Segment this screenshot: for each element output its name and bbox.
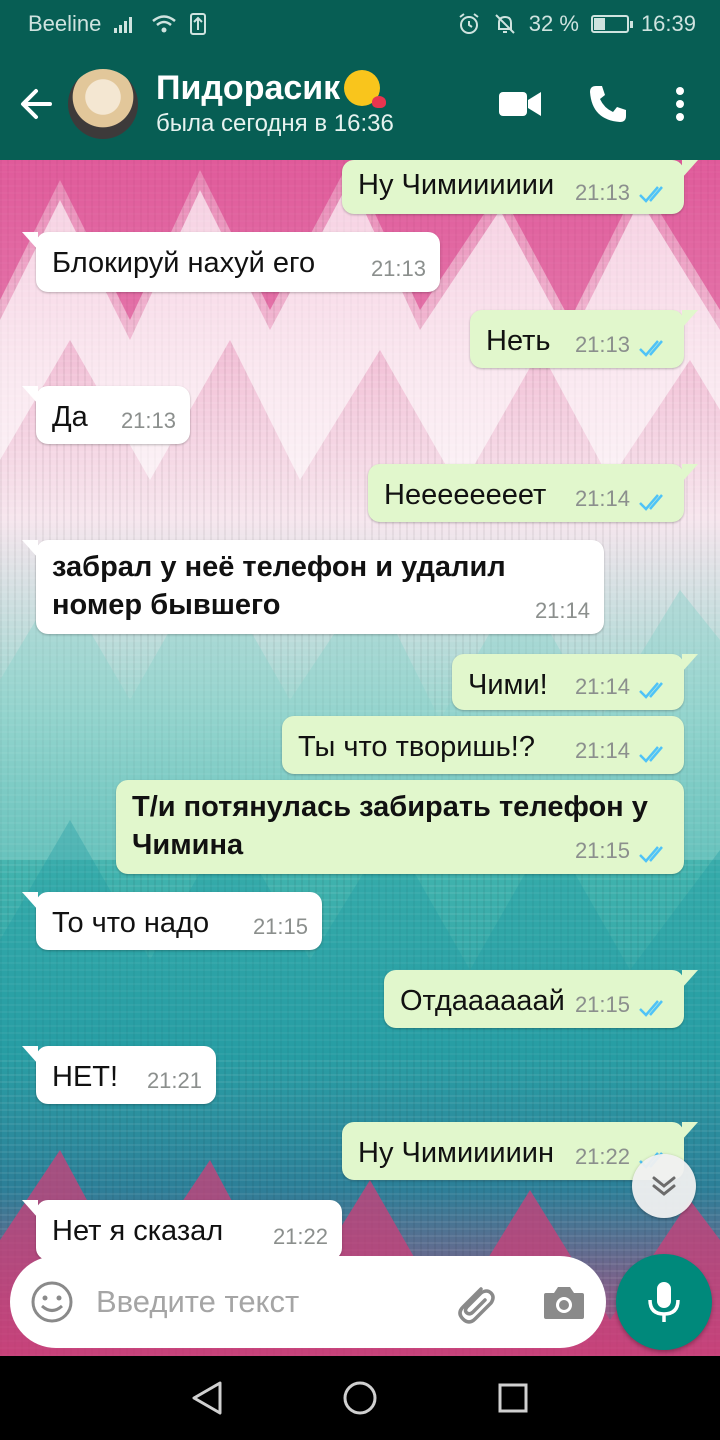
message-time: 21:14 [534, 598, 590, 623]
message-incoming[interactable]: НЕТ! 21:21 [22, 1046, 216, 1104]
message-time: 21:13 [574, 180, 630, 205]
avatar[interactable] [68, 69, 138, 139]
message-time: 21:22 [574, 1144, 630, 1169]
double-chevron-down-icon [652, 1176, 676, 1196]
message-time: 21:14 [574, 674, 630, 699]
message-outgoing[interactable]: Чими! 21:14 [452, 654, 698, 710]
message-time: 21:14 [574, 486, 630, 511]
message-text: НЕТ! [52, 1061, 119, 1093]
battery-percent: 32 % [528, 11, 579, 36]
read-ticks-icon [639, 340, 663, 357]
contact-info[interactable]: Пидорасик была сегодня в 16:36 [156, 68, 394, 140]
back-arrow-icon [21, 89, 52, 119]
wifi-icon [152, 15, 177, 33]
nav-recents-button[interactable] [483, 1368, 543, 1428]
phone-icon[interactable] [588, 84, 628, 124]
nav-home-button[interactable] [330, 1368, 390, 1428]
read-ticks-icon [639, 682, 663, 699]
smiley-icon [31, 1281, 73, 1323]
message-text: Ну Чимииииии [358, 169, 555, 201]
message-incoming[interactable]: забрал у неё телефон и удалил номер бывш… [22, 540, 604, 634]
message-input[interactable] [96, 1272, 436, 1332]
chat-area[interactable]: Ну Чимииииии 21:13 Блокируй нахуй его 21… [0, 160, 720, 1356]
message-time: 21:13 [120, 408, 176, 433]
read-ticks-icon [639, 186, 663, 203]
message-time: 21:21 [146, 1068, 202, 1093]
carrier-label: Beeline [28, 11, 102, 36]
signal-icon [114, 17, 133, 33]
emoji-button[interactable] [10, 1256, 94, 1348]
alarm-icon [459, 13, 479, 34]
mute-icon [495, 14, 515, 34]
message-text: Чими! [468, 669, 548, 701]
message-incoming[interactable]: Нет я сказал 21:22 [22, 1200, 342, 1260]
square-recents-icon [498, 1383, 528, 1413]
message-outgoing[interactable]: Неть 21:13 [470, 310, 698, 368]
message-incoming[interactable]: То что надо 21:15 [22, 892, 322, 950]
message-incoming[interactable]: Блокируй нахуй его 21:13 [22, 232, 440, 292]
scroll-to-bottom-button[interactable] [632, 1154, 696, 1218]
message-text: Ты что творишь!? [298, 731, 535, 763]
voice-message-button[interactable] [616, 1254, 712, 1350]
message-outgoing[interactable]: Отдаааааай 21:15 [384, 970, 698, 1028]
message-text: То что надо [52, 907, 210, 939]
read-ticks-icon [639, 494, 663, 511]
message-time: 21:13 [574, 332, 630, 357]
message-incoming[interactable]: Да 21:13 [22, 386, 190, 444]
data-transfer-icon [190, 13, 207, 35]
message-text: Неть [486, 325, 551, 357]
message-time: 21:15 [252, 914, 308, 939]
back-button[interactable] [4, 48, 68, 160]
status-bar: Beeline 32 % 16:39 [0, 0, 720, 48]
read-ticks-icon [639, 1000, 663, 1017]
chat-header: Пидорасик была сегодня в 16:36 [0, 48, 720, 160]
message-outgoing[interactable]: Ты что творишь!? 21:14 [282, 716, 684, 774]
message-outgoing[interactable]: Неееееееет 21:14 [368, 464, 698, 522]
camera-button[interactable] [536, 1276, 592, 1328]
battery-icon [590, 15, 633, 33]
message-text: Да [52, 401, 88, 433]
kiss-emoji-icon [344, 70, 387, 108]
nav-back-button[interactable] [177, 1368, 237, 1428]
message-outgoing[interactable]: Ну Чимииииин 21:22 [342, 1122, 698, 1180]
message-text: Нет я сказал [52, 1215, 224, 1247]
message-outgoing[interactable]: Т/и потянулась забирать телефон у Чимина… [116, 780, 684, 874]
attach-button[interactable] [446, 1276, 502, 1328]
camera-icon [544, 1287, 584, 1319]
triangle-back-icon [192, 1381, 222, 1415]
clock: 16:39 [640, 11, 696, 36]
message-text: Неееееееет [384, 479, 547, 511]
message-text: Ну Чимииииин [358, 1137, 554, 1169]
paperclip-icon [458, 1287, 495, 1324]
read-ticks-icon [639, 846, 663, 863]
contact-name: Пидорасик [156, 69, 341, 107]
read-ticks-icon [639, 746, 663, 763]
message-time: 21:15 [574, 838, 630, 863]
message-text: забрал у неё телефон и удалил номер бывш… [52, 551, 506, 621]
video-call-icon[interactable] [498, 89, 542, 119]
message-composer [10, 1256, 606, 1348]
message-time: 21:22 [272, 1224, 328, 1249]
message-outgoing[interactable]: Ну Чимииииии 21:13 [342, 160, 698, 214]
circle-home-icon [343, 1381, 377, 1415]
message-time: 21:13 [370, 256, 426, 281]
system-navigation-bar [0, 1356, 720, 1440]
message-text: Блокируй нахуй его [52, 247, 316, 279]
microphone-icon [648, 1282, 680, 1322]
more-options-icon[interactable] [674, 86, 686, 122]
message-time: 21:15 [574, 992, 630, 1017]
message-text: Отдаааааай [400, 985, 565, 1017]
last-seen: была сегодня в 16:36 [156, 110, 394, 137]
message-time: 21:14 [574, 738, 630, 763]
